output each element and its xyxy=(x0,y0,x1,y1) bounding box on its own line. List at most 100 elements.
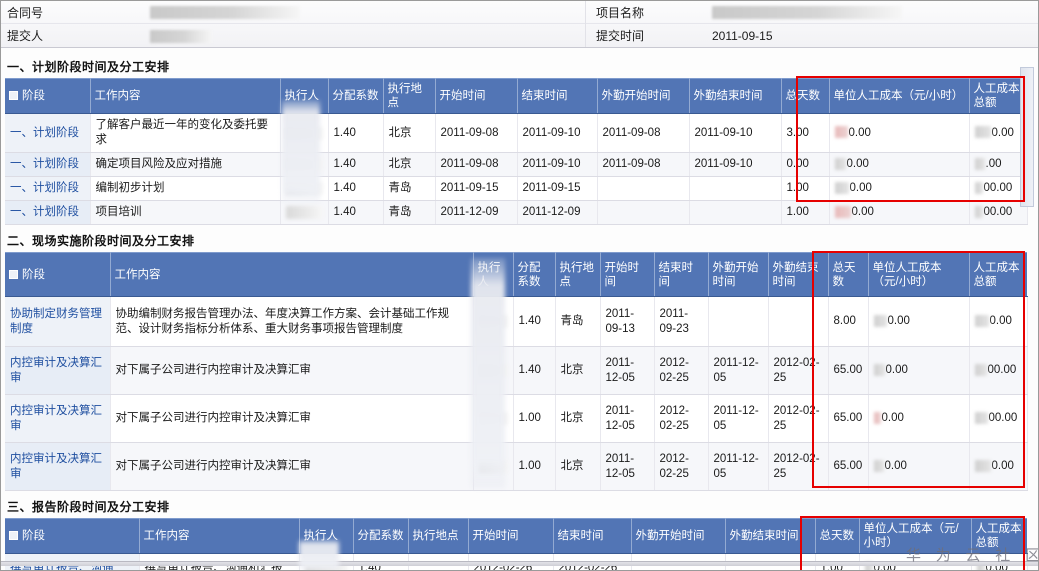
cell-content: 项目培训 xyxy=(90,200,281,225)
col-unit-cost[interactable]: 单位人工成本（元/小时） xyxy=(829,78,970,114)
cell-unit-cost-value: 0.00 xyxy=(881,412,904,424)
table-row[interactable]: 一、计划阶段 了解客户最近一年的变化及委托要求 1.40 北京 2011-09-… xyxy=(5,113,1028,153)
app-root: 合同号 提交人 项目名称 提交时间 2011-09-15 一、计划阶段时间及分工… xyxy=(0,0,1039,571)
col-days[interactable]: 总天数 xyxy=(815,518,860,554)
cell-field-end xyxy=(768,296,829,347)
report-header-row: 阶段 工作内容 执行人 分配系数 执行地点 开始时间 结束时间 外勤开始时间 外… xyxy=(5,518,1027,554)
label-submitter: 提交人 xyxy=(7,29,44,43)
cell-stage[interactable]: 一、计划阶段 xyxy=(5,176,91,201)
info-column-right: 项目名称 提交时间 2011-09-15 xyxy=(586,1,1038,47)
col-start[interactable]: 开始时间 xyxy=(600,252,655,297)
cell-days: 65.00 xyxy=(828,346,869,395)
select-all-checkbox-icon[interactable] xyxy=(9,91,18,100)
col-start[interactable]: 开始时间 xyxy=(468,518,554,554)
col-field-end[interactable]: 外勤结束时间 xyxy=(768,252,829,297)
col-end[interactable]: 结束时间 xyxy=(553,518,632,554)
section-report-title: 三、报告阶段时间及分工安排 xyxy=(7,500,170,514)
section-report: 三、报告阶段时间及分工安排 阶段 工作内容 执行人 分配系数 执行地点 开始时间 xyxy=(1,494,1038,570)
col-ratio[interactable]: 分配系数 xyxy=(353,518,409,554)
cell-stage[interactable]: 内控审计及决算汇审 xyxy=(5,442,111,491)
cell-stage[interactable]: 一、计划阶段 xyxy=(5,113,91,153)
cell-unit-cost: 0.00 xyxy=(829,152,970,177)
redacted-executor xyxy=(285,206,323,219)
col-content[interactable]: 工作内容 xyxy=(90,78,281,114)
section-onsite-title: 二、现场实施阶段时间及分工安排 xyxy=(7,234,195,248)
cell-executor xyxy=(280,176,329,201)
section-onsite-grid-wrap: 阶段 工作内容 执行人 分配系数 执行地点 开始时间 结束时间 外勤开始时间 外… xyxy=(5,251,1034,491)
cell-unit-cost-value: 0.00 xyxy=(884,460,907,472)
select-all-checkbox-icon[interactable] xyxy=(9,269,18,279)
cell-field-start: 2011-12-05 xyxy=(708,394,769,443)
cell-unit-cost-value: 0.00 xyxy=(846,158,869,170)
cell-stage[interactable]: 内控审计及决算汇审 xyxy=(5,346,111,395)
label-submit-time: 提交时间 xyxy=(596,29,645,43)
cell-stage[interactable]: 一、计划阶段 xyxy=(5,200,91,225)
table-row[interactable]: 内控审计及决算汇审 对下属子公司进行内控审计及决算汇审 1.00 北京 2011… xyxy=(5,394,1028,443)
horizontal-scroll-artifact[interactable] xyxy=(1020,67,1034,207)
col-total-cost[interactable]: 人工成本总额 xyxy=(969,252,1027,297)
col-days[interactable]: 总天数 xyxy=(781,78,830,114)
label-project-name: 项目名称 xyxy=(596,5,645,20)
cell-place: 青岛 xyxy=(555,296,601,347)
col-stage[interactable]: 阶段 xyxy=(5,252,111,297)
col-stage[interactable]: 阶段 xyxy=(5,518,140,554)
cell-days: 1.00 xyxy=(781,176,830,201)
col-days[interactable]: 总天数 xyxy=(828,252,869,297)
cell-total-cost-value: 00.00 xyxy=(983,206,1013,218)
col-content[interactable]: 工作内容 xyxy=(139,518,300,554)
table-row[interactable]: 一、计划阶段 项目培训 1.40 青岛 2011-12-09 2011-12-0… xyxy=(5,200,1028,225)
col-end[interactable]: 结束时间 xyxy=(654,252,709,297)
col-place[interactable]: 执行地点 xyxy=(383,78,436,114)
table-row[interactable]: 一、计划阶段 编制初步计划 1.40 青岛 2011-09-15 2011-09… xyxy=(5,176,1028,201)
col-ratio[interactable]: 分配系数 xyxy=(513,252,556,297)
col-field-end[interactable]: 外勤结束时间 xyxy=(689,78,782,114)
cell-stage[interactable]: 内控审计及决算汇审 xyxy=(5,394,111,443)
col-start[interactable]: 开始时间 xyxy=(435,78,518,114)
col-executor[interactable]: 执行人 xyxy=(473,252,514,297)
cell-stage[interactable]: 一、计划阶段 xyxy=(5,152,91,177)
col-place[interactable]: 执行地点 xyxy=(408,518,469,554)
cell-content: 确定项目风险及应对措施 xyxy=(90,152,281,177)
cell-field-start: 2011-09-08 xyxy=(597,113,690,153)
info-column-left: 合同号 提交人 xyxy=(1,1,586,47)
cell-start: 2011-09-08 xyxy=(435,152,518,177)
table-row[interactable]: 内控审计及决算汇审 对下属子公司进行内控审计及决算汇审 1.00 北京 2011… xyxy=(5,442,1028,491)
cell-executor xyxy=(473,346,514,395)
col-unit-cost[interactable]: 单位人工成本（元/小时） xyxy=(859,518,972,554)
col-field-start[interactable]: 外勤开始时间 xyxy=(631,518,726,554)
table-row[interactable]: 协助制定财务管理制度 协助编制财务报告管理办法、年度决算工作方案、会计基础工作规… xyxy=(5,296,1028,347)
col-total-cost[interactable]: 人工成本总额 xyxy=(969,78,1027,114)
cell-unit-cost-value: 0.00 xyxy=(887,315,910,327)
col-unit-cost[interactable]: 单位人工成本（元/小时） xyxy=(868,252,970,297)
col-end[interactable]: 结束时间 xyxy=(517,78,598,114)
col-place[interactable]: 执行地点 xyxy=(555,252,601,297)
select-all-checkbox-icon[interactable] xyxy=(9,531,18,540)
cell-unit-cost: 0.00 xyxy=(868,346,970,395)
redacted-executor xyxy=(478,315,508,328)
col-stage-label: 阶段 xyxy=(22,90,45,102)
cell-total-cost: 00.00 xyxy=(969,176,1028,201)
cell-executor xyxy=(473,442,514,491)
cell-total-cost-value: 00.00 xyxy=(987,364,1017,376)
value-submitter xyxy=(146,28,585,43)
cell-end: 2011-09-10 xyxy=(517,152,598,177)
cell-stage[interactable]: 协助制定财务管理制度 xyxy=(5,296,111,347)
col-executor[interactable]: 执行人 xyxy=(280,78,329,114)
table-row[interactable]: 内控审计及决算汇审 对下属子公司进行内控审计及决算汇审 1.40 北京 2011… xyxy=(5,346,1028,395)
section-plan-grid-wrap: 阶段 工作内容 执行人 分配系数 执行地点 开始时间 结束时间 外勤开始时间 外… xyxy=(5,76,1034,225)
redacted-project-name xyxy=(712,6,902,20)
info-row-submit-time: 提交时间 2011-09-15 xyxy=(586,24,1038,47)
cell-total-cost: .00 xyxy=(969,152,1028,177)
cell-ratio: 1.40 xyxy=(328,113,384,153)
cell-days: 65.00 xyxy=(828,442,869,491)
col-executor[interactable]: 执行人 xyxy=(299,518,354,554)
section-plan-title: 一、计划阶段时间及分工安排 xyxy=(7,60,170,74)
col-field-start[interactable]: 外勤开始时间 xyxy=(597,78,690,114)
col-field-end[interactable]: 外勤结束时间 xyxy=(725,518,816,554)
col-field-start[interactable]: 外勤开始时间 xyxy=(708,252,769,297)
table-row[interactable]: 一、计划阶段 确定项目风险及应对措施 1.40 北京 2011-09-08 20… xyxy=(5,152,1028,177)
col-content[interactable]: 工作内容 xyxy=(110,252,474,297)
col-ratio[interactable]: 分配系数 xyxy=(328,78,384,114)
col-stage[interactable]: 阶段 xyxy=(5,78,91,114)
col-total-cost[interactable]: 人工成本总额 xyxy=(971,518,1027,554)
